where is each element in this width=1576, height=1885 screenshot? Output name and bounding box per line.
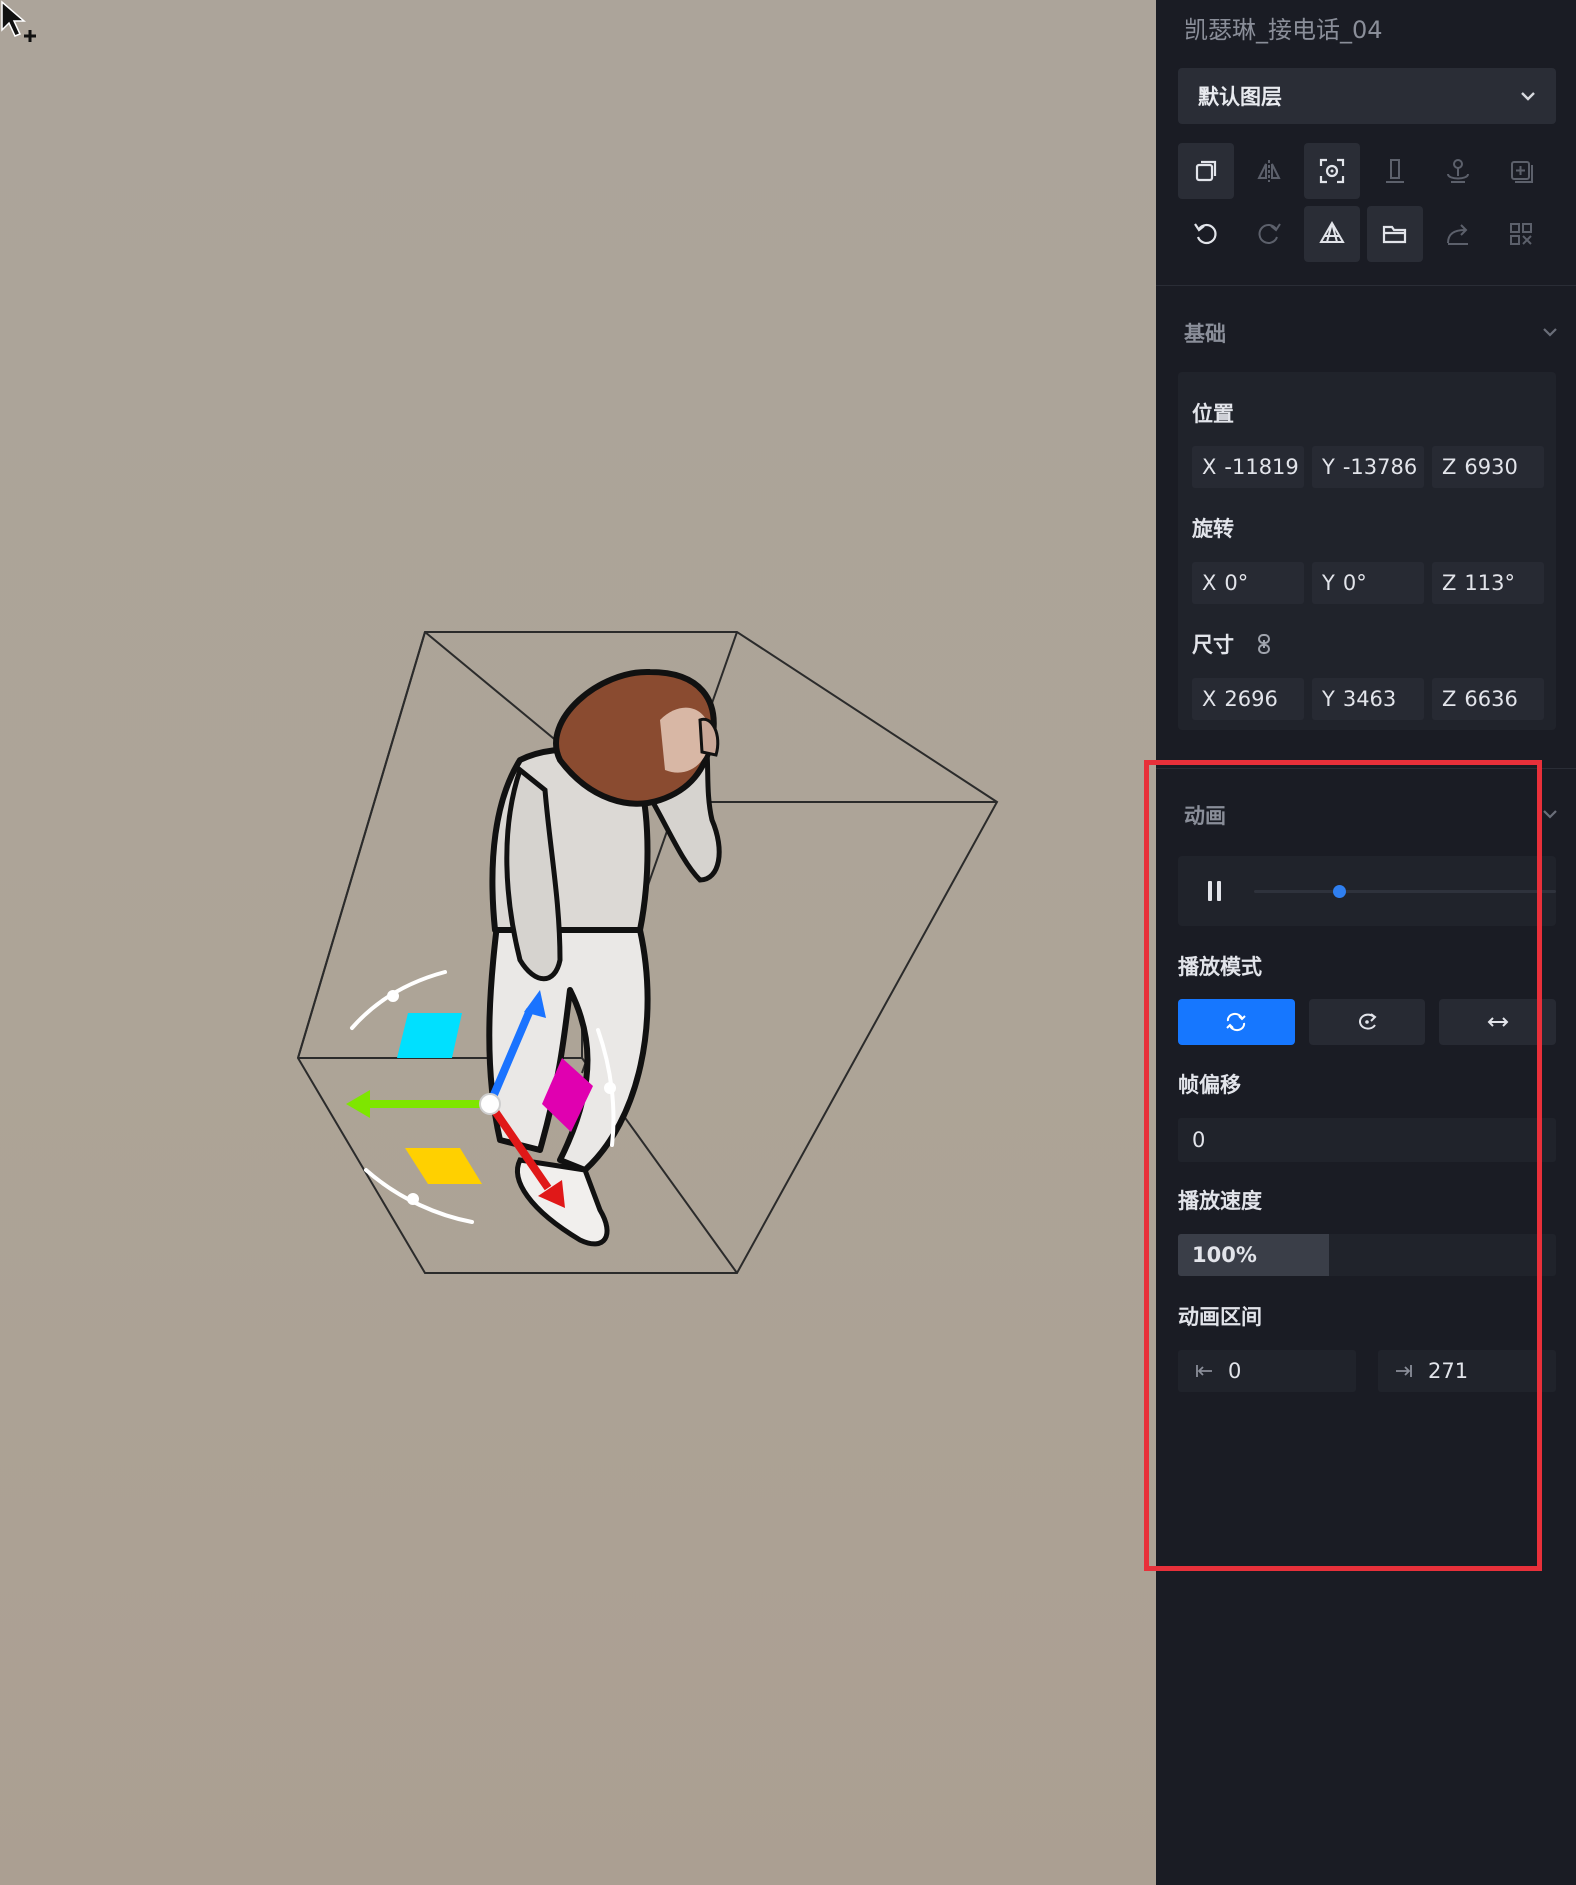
rotation-y-field[interactable]: Y 0°: [1312, 562, 1424, 604]
position-label: 位置: [1192, 402, 1234, 426]
position-y-field[interactable]: Y -13786: [1312, 446, 1424, 488]
chevron-down-icon: [1521, 92, 1535, 101]
add-icon: [1511, 161, 1533, 183]
group-icon: [1510, 223, 1532, 245]
object-title: 凯瑟琳_接电话_04: [1184, 16, 1383, 44]
drop-to-ground-button[interactable]: [1430, 143, 1486, 199]
toolbar: [1178, 143, 1556, 262]
position-x-field[interactable]: X -11819: [1192, 446, 1304, 488]
gizmo-center: [479, 1093, 501, 1115]
undo-button[interactable]: [1178, 206, 1234, 262]
undo-icon: [1194, 223, 1217, 245]
focus-icon: [1319, 158, 1345, 184]
focus-button[interactable]: [1304, 143, 1360, 199]
align-ground-icon: [1386, 159, 1404, 183]
scene-canvas[interactable]: [0, 0, 1156, 1885]
group-button[interactable]: [1493, 206, 1549, 262]
folder-icon: [1382, 225, 1407, 244]
mirror-button[interactable]: [1241, 143, 1297, 199]
size-row: X 2696 Y 3463 Z 6636: [1192, 678, 1544, 720]
copy-icon: [1195, 160, 1217, 182]
mirror-icon: [1257, 160, 1281, 182]
lock-ratio-icon[interactable]: [1255, 633, 1273, 655]
x-axis-arrow: [346, 1090, 370, 1118]
divider: [1156, 285, 1576, 286]
rotation-z-field[interactable]: Z 113°: [1432, 562, 1544, 604]
redo-button[interactable]: [1241, 206, 1297, 262]
chevron-down-icon[interactable]: [1540, 804, 1560, 824]
size-y-field[interactable]: Y 3463: [1312, 678, 1424, 720]
position-row: X -11819 Y -13786 Z 6930: [1192, 446, 1544, 488]
folder-button[interactable]: [1367, 206, 1423, 262]
size-z-field[interactable]: Z 6636: [1432, 678, 1544, 720]
layer-dropdown-value: 默认图层: [1198, 85, 1282, 109]
align-ground-button[interactable]: [1367, 143, 1423, 199]
share-button[interactable]: [1430, 206, 1486, 262]
size-x-field[interactable]: X 2696: [1192, 678, 1304, 720]
drop-to-ground-icon: [1447, 159, 1469, 183]
size-label: 尺寸: [1192, 629, 1273, 659]
rotation-label: 旋转: [1192, 517, 1234, 541]
material-icon: [1319, 221, 1345, 243]
add-button[interactable]: [1493, 143, 1549, 199]
copy-button[interactable]: [1178, 143, 1234, 199]
share-icon: [1447, 224, 1468, 245]
basic-section-title[interactable]: 基础: [1184, 318, 1226, 348]
material-button[interactable]: [1304, 206, 1360, 262]
3d-viewport[interactable]: [0, 0, 1156, 1885]
plane-handle-yellow[interactable]: [405, 1148, 482, 1184]
rotation-x-field[interactable]: X 0°: [1192, 562, 1304, 604]
position-z-field[interactable]: Z 6930: [1432, 446, 1544, 488]
rotation-row: X 0° Y 0° Z 113°: [1192, 562, 1544, 604]
layer-dropdown[interactable]: 默认图层: [1178, 68, 1556, 124]
highlight-box: [1144, 760, 1542, 1571]
plane-handle-cyan[interactable]: [397, 1013, 462, 1058]
redo-icon: [1258, 223, 1281, 244]
chevron-down-icon[interactable]: [1540, 322, 1560, 342]
add-cursor-icon: [1, 0, 36, 42]
basic-properties-box: [1178, 372, 1556, 730]
